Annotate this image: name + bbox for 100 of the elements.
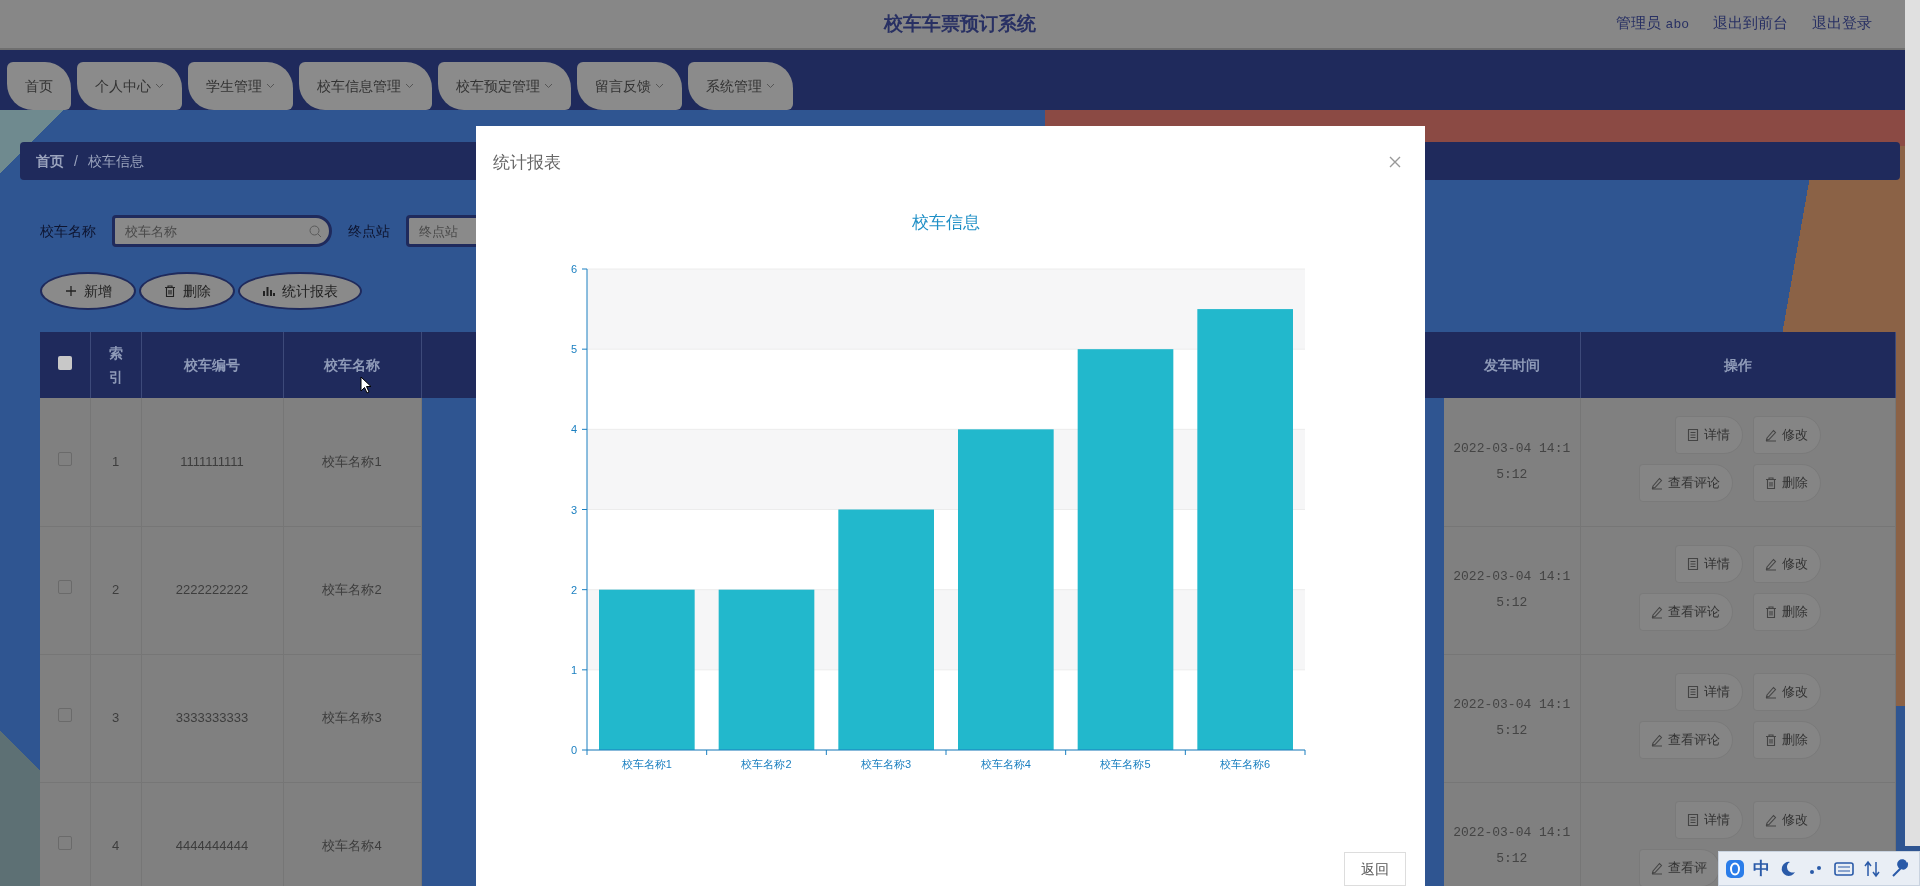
dialog-title: 统计报表 <box>493 152 561 174</box>
action-button[interactable]: 修改 <box>1752 672 1821 711</box>
pen-icon <box>1763 812 1778 827</box>
action-button[interactable]: 修改 <box>1752 544 1821 583</box>
nav-tab[interactable]: 学生管理 <box>188 62 293 110</box>
search-field[interactable]: 终点站 <box>406 215 476 247</box>
document-icon <box>1685 428 1700 442</box>
pen-icon <box>1649 732 1664 747</box>
nav-tab[interactable]: 留言反馈 <box>577 62 682 110</box>
document-icon <box>1685 684 1700 699</box>
table-cell-text: 2022-03-04 14:15:12 <box>1453 439 1571 484</box>
axis-tick-label: 校车名称4 <box>980 758 1031 770</box>
trash-icon <box>1763 604 1778 619</box>
trash-icon <box>1763 732 1778 747</box>
pen-icon <box>1649 476 1664 490</box>
axis-tick-label: 1 <box>570 663 577 676</box>
action-button[interactable]: 详情 <box>1674 672 1743 711</box>
nav-tab[interactable]: 个人中心 <box>77 62 182 110</box>
nav-tab[interactable]: 校车预定管理 <box>438 62 571 110</box>
nav-tab[interactable]: 系统管理 <box>688 62 793 110</box>
column-header: 校车编号 <box>141 332 283 398</box>
table-cell: 校车名称2 <box>283 526 421 654</box>
search-icon <box>309 225 322 238</box>
pen-icon <box>1763 684 1778 699</box>
axis-tick-label: 6 <box>570 263 577 275</box>
ime-logo-icon[interactable] <box>1725 858 1745 879</box>
axis-tick-label: 校车名称5 <box>1100 758 1151 770</box>
table-cell-text: 2022-03-04 14:15:12 <box>1453 824 1571 868</box>
table-cell: 3 <box>90 654 141 782</box>
nav-tab[interactable]: 首页 <box>7 62 71 110</box>
table-cell: 4 <box>90 782 141 886</box>
scrollbar[interactable] <box>1905 0 1920 846</box>
trash-icon <box>163 284 177 298</box>
axis-tick-label: 校车名称1 <box>621 758 672 770</box>
action-button[interactable]: 查看评论 <box>1638 464 1733 502</box>
app-title: 校车车票预订系统 <box>884 11 1036 36</box>
table-cell: 4444444444 <box>141 782 283 886</box>
action-button[interactable]: 详情 <box>1674 800 1743 839</box>
document-icon <box>1685 812 1700 827</box>
column-header: 索引 <box>90 332 141 398</box>
table-cell: 2 <box>90 526 141 654</box>
axis-tick-label: 校车名称2 <box>741 758 792 770</box>
ime-mode-label[interactable]: 中 <box>1753 855 1770 882</box>
plus-icon <box>64 284 78 298</box>
toolbar-button[interactable]: 删除 <box>139 272 235 310</box>
breadcrumb-separator: / <box>74 151 78 171</box>
arrows-icon[interactable] <box>1862 858 1882 879</box>
header-link[interactable]: 退出到前台 <box>1713 11 1788 35</box>
action-button[interactable]: 删除 <box>1752 464 1821 502</box>
axis-tick-label: 校车名称6 <box>1220 758 1271 770</box>
bar-chart-icon <box>262 284 276 298</box>
axis-tick-label: 4 <box>570 423 577 436</box>
document-icon <box>1685 556 1700 571</box>
action-button[interactable]: 详情 <box>1674 416 1743 454</box>
back-button[interactable]: 返回 <box>1344 852 1406 886</box>
pen-icon <box>1763 556 1778 571</box>
action-button[interactable]: 详情 <box>1674 544 1743 583</box>
action-button[interactable]: 查看评 <box>1638 848 1720 886</box>
user-label: 管理员 abo <box>1616 12 1689 34</box>
pen-icon <box>1649 604 1664 619</box>
action-button[interactable]: 查看评论 <box>1638 592 1733 631</box>
select-all-checkbox[interactable] <box>57 355 72 370</box>
column-header: 校车名称 <box>283 332 421 398</box>
pointer-icon <box>360 376 372 394</box>
pen-icon <box>1649 860 1664 875</box>
trash-icon <box>1763 476 1778 490</box>
pen-icon <box>1763 428 1778 442</box>
axis-tick-label: 校车名称3 <box>861 758 912 770</box>
table-cell: 1 <box>90 398 141 526</box>
table-cell-text: 2022-03-04 14:15:12 <box>1453 696 1571 740</box>
action-button[interactable]: 查看评论 <box>1638 720 1733 759</box>
toolbar-button[interactable]: 统计报表 <box>238 272 362 310</box>
table-cell: 2222222222 <box>141 526 283 654</box>
table-cell-text: 2022-03-04 14:15:12 <box>1453 568 1571 612</box>
action-button[interactable]: 删除 <box>1752 720 1821 759</box>
table-cell: 校车名称3 <box>283 654 421 782</box>
field-label: 终点站 <box>348 221 390 241</box>
header-link[interactable]: 退出登录 <box>1812 11 1872 35</box>
toolbar-button[interactable]: 新增 <box>40 272 136 310</box>
field-label: 校车名称 <box>40 221 96 241</box>
axis-tick-label: 5 <box>570 343 577 356</box>
search-field[interactable]: 校车名称 <box>112 215 332 247</box>
column-header: 发车时间 <box>1444 332 1580 398</box>
axis-tick-label: 0 <box>570 744 577 756</box>
table-cell: 校车名称1 <box>283 398 421 526</box>
table-cell: 校车名称4 <box>283 782 421 886</box>
table-cell: 3333333333 <box>141 654 283 782</box>
axis-tick-label: 2 <box>570 583 577 596</box>
action-button[interactable]: 删除 <box>1752 592 1821 631</box>
chart-title: 校车信息 <box>912 213 980 232</box>
axis-tick-label: 3 <box>570 503 577 516</box>
wrench-icon[interactable] <box>1890 858 1910 879</box>
breadcrumb-item: 校车信息 <box>87 151 144 171</box>
action-button[interactable]: 修改 <box>1752 800 1821 839</box>
close-icon[interactable] <box>1389 156 1401 168</box>
breadcrumb-item[interactable]: 首页 <box>36 150 64 172</box>
table-cell: 1111111111 <box>141 398 283 526</box>
column-header: 操作 <box>1580 332 1895 398</box>
nav-tab[interactable]: 校车信息管理 <box>299 62 432 110</box>
action-button[interactable]: 修改 <box>1752 416 1821 454</box>
